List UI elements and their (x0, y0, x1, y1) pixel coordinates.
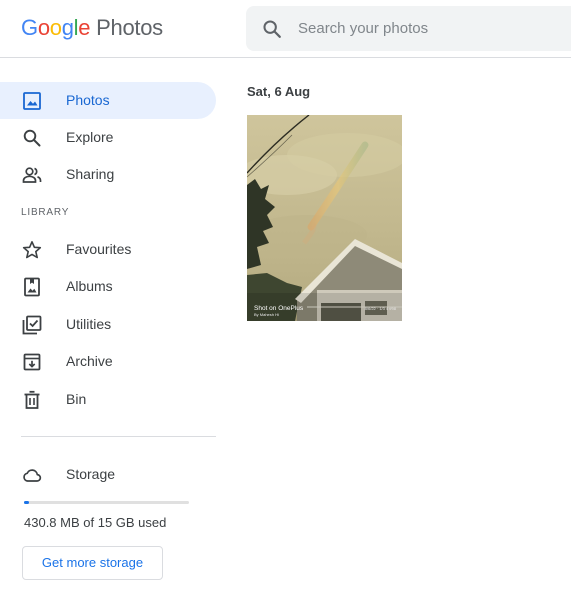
logo-letter: G (21, 15, 38, 40)
sidebar-item-favourites[interactable]: Favourites (0, 231, 216, 268)
library-section-label: LIBRARY (21, 207, 70, 218)
sidebar-item-sharing[interactable]: Sharing (0, 156, 216, 193)
sidebar-item-storage[interactable]: Storage (0, 456, 216, 493)
sidebar-item-albums[interactable]: Albums (0, 268, 216, 305)
photo-watermark-sub: By Mahesh Hi (254, 312, 279, 317)
people-icon (22, 167, 42, 183)
sidebar: Photos Explore Sharing LIBRARY Favourite… (0, 59, 230, 605)
cloud-icon (23, 469, 42, 482)
sidebar-item-label: Archive (66, 353, 113, 369)
date-group-heading: Sat, 6 Aug (247, 84, 311, 99)
sidebar-item-label: Storage (66, 466, 116, 482)
star-icon (22, 240, 42, 259)
google-photos-logo[interactable]: Google Photos (21, 15, 163, 41)
get-more-storage-button[interactable]: Get more storage (22, 546, 163, 580)
logo-letter: o (49, 15, 62, 40)
search-icon[interactable] (261, 18, 283, 40)
photo-icon (23, 92, 41, 110)
sidebar-item-label: Bin (66, 391, 87, 407)
storage-used-text: 430.8 MB of 15 GB used (24, 515, 167, 530)
app-header: Google Photos (0, 0, 571, 58)
search-icon (23, 129, 41, 147)
sidebar-item-bin[interactable]: Bin (0, 381, 216, 418)
sidebar-item-label: Favourites (66, 241, 132, 257)
sidebar-item-label: Sharing (66, 166, 115, 182)
sidebar-item-label: Utilities (66, 316, 112, 332)
photo-watermark: Shot on OnePlus (254, 305, 304, 312)
storage-progress-bar (24, 501, 189, 504)
sidebar-item-label: Albums (66, 278, 113, 294)
sidebar-item-label: Explore (66, 129, 114, 145)
rainbow-photo-image (247, 115, 402, 321)
product-name: Photos (96, 15, 163, 40)
photo-thumbnail[interactable]: Shot on OnePlus By Mahesh Hi 8/6/22 · 1/… (247, 115, 402, 321)
logo-letter: e (78, 15, 91, 40)
trash-icon (24, 390, 40, 409)
photo-watermark-meta: 8/6/22 · 1/3 4 f/98 (364, 306, 396, 311)
album-icon (24, 277, 40, 297)
sidebar-item-label: Photos (66, 92, 110, 108)
storage-progress-fill (24, 501, 29, 504)
sidebar-item-photos[interactable]: Photos (0, 82, 216, 119)
search-input[interactable] (298, 6, 568, 51)
sidebar-divider (21, 436, 216, 437)
utilities-icon (22, 315, 42, 335)
sidebar-item-archive[interactable]: Archive (0, 343, 216, 380)
logo-letter: o (37, 15, 50, 40)
logo-letter: g (61, 15, 74, 40)
sidebar-item-utilities[interactable]: Utilities (0, 306, 216, 343)
archive-icon (23, 353, 41, 371)
sidebar-item-explore[interactable]: Explore (0, 119, 216, 156)
search-bar[interactable] (246, 6, 571, 51)
